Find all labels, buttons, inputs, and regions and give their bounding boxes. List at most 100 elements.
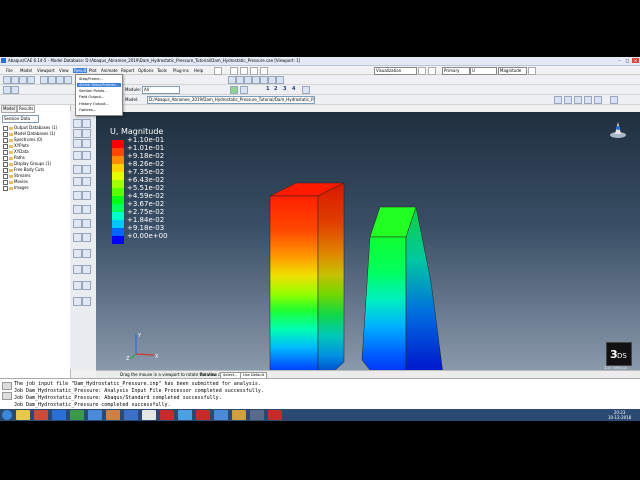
invariant-select[interactable]: Magnitude [498,67,527,75]
pan-icon[interactable] [40,76,48,84]
file-explorer-icon[interactable] [16,410,30,420]
query-icon[interactable] [3,86,11,94]
start-button-icon[interactable] [2,410,12,420]
display-group-create-icon[interactable] [73,233,82,242]
menu-tools[interactable]: Tools [157,68,167,73]
help-pointer-icon[interactable] [214,67,222,75]
menu-item-active-steps-frames[interactable]: Active Steps/Frames... [77,83,121,87]
menu-animate[interactable]: Animate [101,68,118,73]
selection-number-1[interactable]: 1 [266,86,269,92]
tree-node-free-body-cuts[interactable]: Free Body Cuts [3,167,44,173]
previous-frame-icon[interactable] [564,96,572,104]
wireframe-icon[interactable] [240,67,248,75]
visualization-defaults-select[interactable]: Visualization defaults [374,67,417,79]
zoom-icon[interactable] [56,76,64,84]
first-frame-icon[interactable] [554,96,562,104]
menu-item-section-points[interactable]: Section Points... [79,89,108,93]
next-frame-icon[interactable] [584,96,592,104]
contour-options-icon[interactable] [73,219,82,228]
python-console-tab-icon[interactable] [2,392,12,400]
firefox-icon[interactable] [106,410,120,420]
create-free-body-cut-icon[interactable] [73,265,82,274]
menu-model[interactable]: Model [20,68,32,73]
media-player-icon[interactable] [34,410,48,420]
plot-undeformed-icon[interactable] [73,119,82,128]
close-button[interactable]: ✕ [632,58,639,63]
maximize-button[interactable]: □ [624,58,631,63]
menu-report[interactable]: Report [121,68,134,73]
ie-icon[interactable] [88,410,102,420]
menu-item-history-output[interactable]: History Output... [79,102,109,106]
message-tab-icon[interactable] [2,382,12,390]
acrobat-icon-2[interactable] [196,410,210,420]
variable-select[interactable]: U [470,67,497,75]
module-select[interactable]: All [142,86,180,94]
tab-model[interactable]: Model [1,105,18,113]
open-icon[interactable] [11,76,19,84]
app-icon-3[interactable] [232,410,246,420]
rotate-icon[interactable] [48,76,56,84]
tree-node-output-databases[interactable]: Output Databases (1) [3,125,57,131]
acrobat-icon-3[interactable] [268,410,282,420]
menu-plot[interactable]: Plot [89,68,97,73]
display-group-icon[interactable] [11,86,19,94]
app-icon[interactable] [178,410,192,420]
tree-node-streams[interactable]: Streams [3,173,31,179]
selection-number-4[interactable]: 4 [292,86,295,92]
selection-number-3[interactable]: 3 [283,86,286,92]
menu-result[interactable]: Result [73,68,88,73]
plot-contours-icon[interactable] [73,129,82,138]
field-output-icon[interactable] [428,67,436,75]
tree-node-spectrums[interactable]: Spectrums (0) [3,137,42,143]
create-xy-data-icon[interactable] [73,165,82,174]
animation-options-icon[interactable] [610,96,618,104]
abaqus-taskbar-icon[interactable] [124,410,138,420]
deformed-shape-icon[interactable] [418,67,426,75]
print-icon[interactable] [27,76,35,84]
display-group-manager-icon[interactable] [82,233,91,242]
symbol-options-icon[interactable] [82,219,91,228]
last-frame-icon[interactable] [594,96,602,104]
view-front-icon[interactable] [228,76,236,84]
render-style-icon[interactable] [230,67,238,75]
notepad-icon[interactable] [142,410,156,420]
view-iso-icon[interactable] [268,76,276,84]
shaded-icon[interactable] [260,67,268,75]
tree-node-paths[interactable]: Paths [3,155,25,161]
taskbar-clock[interactable]: 20:23 10-12-2018 [608,410,631,420]
plot-symbols-icon[interactable] [82,129,91,138]
animate-scale-icon[interactable] [73,151,82,160]
box-zoom-icon[interactable] [64,76,72,84]
view-bottom-icon[interactable] [252,76,260,84]
tree-node-model-databases[interactable]: Model Databases (1) [3,131,55,137]
new-icon[interactable] [3,76,11,84]
common-options-icon[interactable] [73,205,82,214]
menu-viewport[interactable]: Viewport [37,68,55,73]
viewport-canvas[interactable]: U, Magnitude +1.10e-01 +1.01e-01 +9.18e-02… [96,112,640,370]
animate-time-history-icon[interactable] [82,151,91,160]
odb-select[interactable]: D:/Abaqus_Abramee_2019/Dam_Hydrostatic_P… [147,96,315,104]
viewport-annotation-icon[interactable] [73,297,82,306]
menu-file[interactable]: File [6,68,13,73]
query-information-icon[interactable] [73,249,82,258]
view-cut-icon[interactable] [73,191,82,200]
tree-node-xyplots[interactable]: XYPlots [3,143,29,149]
view-left-icon[interactable] [260,76,268,84]
tree-node-images[interactable]: Images [3,185,29,191]
plot-deformed-icon[interactable] [82,119,91,128]
view-compass-icon[interactable] [609,120,627,142]
color-code-icon[interactable] [230,86,238,94]
menu-view[interactable]: View [59,68,69,73]
menu-item-step-frame[interactable]: Step/Frame... [79,77,103,81]
session-data-select[interactable]: Session Data [2,115,39,123]
plot-material-orientation-icon[interactable] [73,139,82,148]
create-path-icon[interactable] [73,177,82,186]
text-annotation-icon[interactable] [73,281,82,290]
view-right-icon[interactable] [276,76,284,84]
display-options-icon[interactable] [302,86,310,94]
superimpose-icon[interactable] [240,86,248,94]
tree-node-display-groups[interactable]: Display Groups (1) [3,161,51,167]
excel-icon[interactable] [70,410,84,420]
ruler-icon[interactable] [82,297,91,306]
stream-icon[interactable] [82,177,91,186]
